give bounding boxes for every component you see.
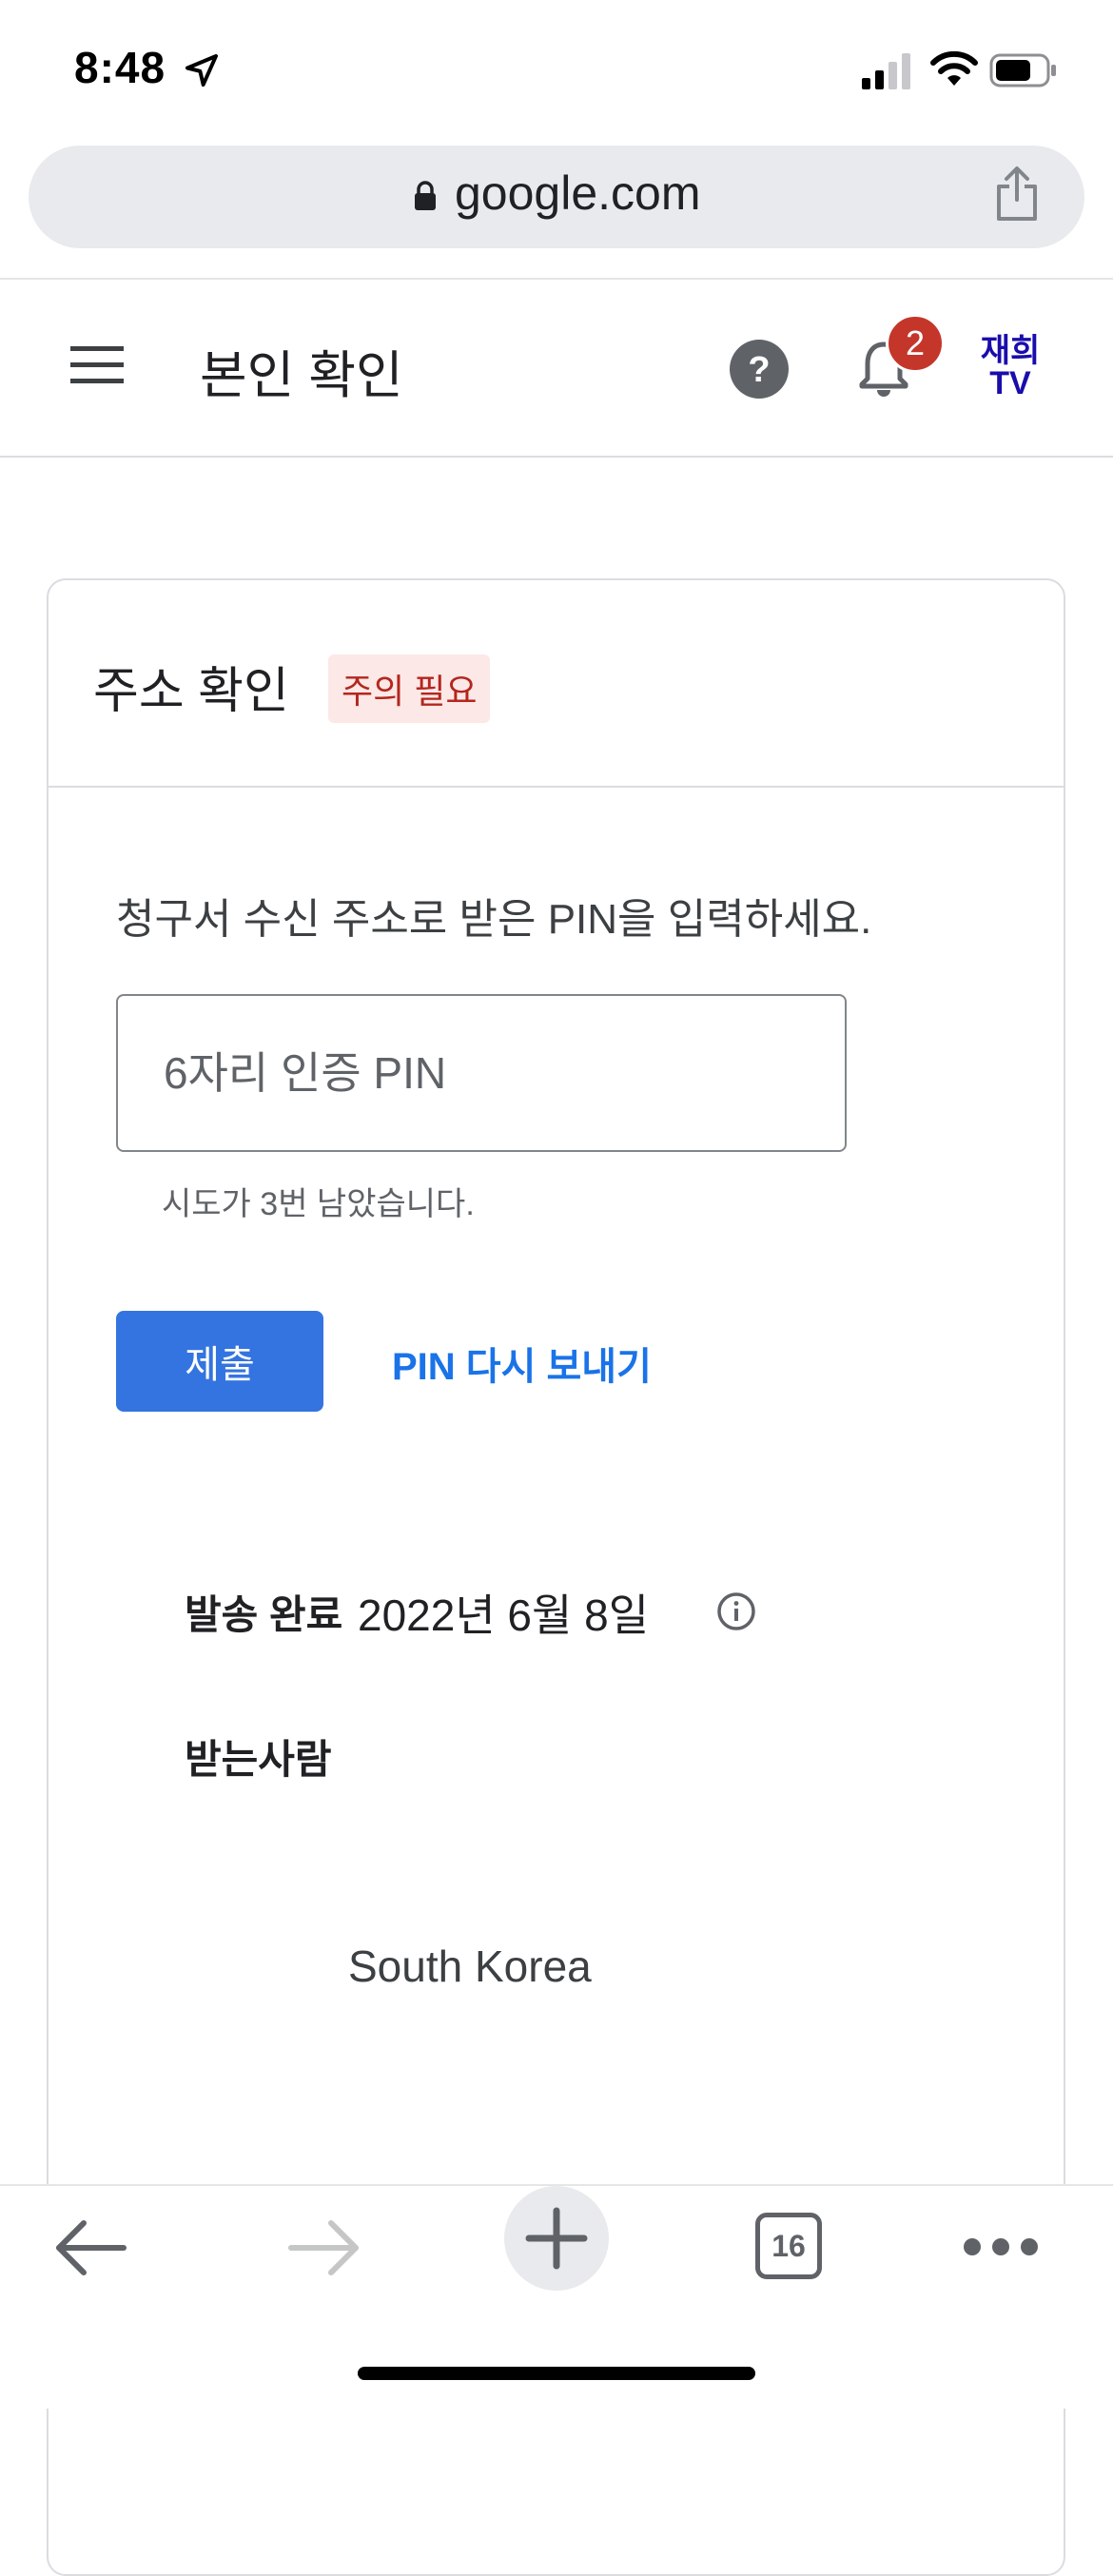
instruction-text: 청구서 수신 주소로 받은 PIN을 입력하세요. <box>116 896 872 943</box>
status-badge: 주의 필요 <box>328 654 491 723</box>
tab-switcher-button[interactable]: 16 <box>755 2213 822 2279</box>
svg-text:?: ? <box>748 350 770 390</box>
browser-divider <box>0 278 1113 280</box>
wifi-icon <box>930 50 978 86</box>
info-icon[interactable] <box>715 1590 757 1632</box>
menu-icon[interactable] <box>70 346 124 384</box>
lock-icon <box>415 181 436 210</box>
share-icon[interactable] <box>993 166 1041 223</box>
recipient-label: 받는사람 <box>185 1737 332 1782</box>
more-icon[interactable] <box>961 2235 1041 2258</box>
page-title: 본인 확인 <box>200 347 403 404</box>
new-tab-button[interactable] <box>504 2186 609 2291</box>
back-icon[interactable] <box>53 2216 129 2279</box>
card-title: 주소 확인 <box>93 664 289 719</box>
recipient-country: South Korea <box>348 1942 592 1991</box>
avatar[interactable]: 재희 TV <box>972 335 1048 403</box>
help-icon[interactable]: ? <box>729 339 790 400</box>
battery-icon <box>989 53 1056 88</box>
avatar-text-top: 재희 <box>980 333 1041 369</box>
pin-input[interactable] <box>116 994 847 1152</box>
avatar-text-bottom: TV <box>989 365 1031 401</box>
submit-button[interactable]: 제출 <box>116 1311 323 1412</box>
signal-icon <box>862 53 910 89</box>
plus-icon <box>525 2207 588 2270</box>
resend-pin-link[interactable]: PIN 다시 보내기 <box>392 1336 652 1391</box>
header-divider <box>0 456 1113 458</box>
sent-label: 발송 완료 <box>185 1592 343 1637</box>
status-time: 8:48 <box>74 43 166 92</box>
forward-icon[interactable] <box>285 2216 361 2279</box>
notification-badge: 2 <box>886 314 945 373</box>
attempts-helper-text: 시도가 3번 남았습니다. <box>162 1186 475 1222</box>
location-arrow-icon <box>186 54 218 87</box>
sent-date: 2022년 6월 8일 <box>358 1590 650 1640</box>
url-text[interactable]: google.com <box>455 166 701 221</box>
card-divider <box>49 786 1064 788</box>
home-indicator <box>358 2367 755 2380</box>
